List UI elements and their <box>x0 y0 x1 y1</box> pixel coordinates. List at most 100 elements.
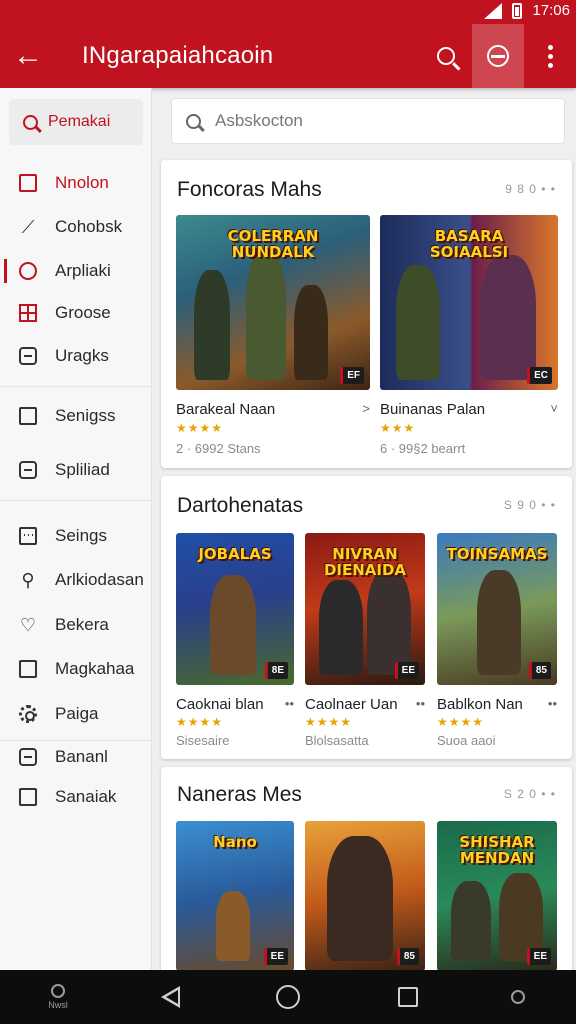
nav-right-button[interactable] <box>498 970 538 1024</box>
game-meta: Blolsasatta <box>305 733 369 748</box>
app-bar: ← INgarapaiahcaoin <box>0 24 576 88</box>
search-input[interactable] <box>215 111 535 131</box>
sidebar-item-label: Sanaiak <box>55 787 117 806</box>
game-tile[interactable]: NIVRAN DIENAIDA EE Caolnaer Uan •• ★★★★ … <box>305 533 425 753</box>
page-icon <box>19 788 37 806</box>
age-rating-badge: EC <box>527 367 552 384</box>
sidebar-item-bananl[interactable]: Bananl <box>0 737 152 777</box>
sidebar-item-label: Cohobsk <box>55 217 123 236</box>
circle-icon <box>511 990 525 1004</box>
sidebar-item-paiga[interactable]: Paiga <box>0 694 152 734</box>
circle-icon <box>51 984 65 998</box>
sidebar-search-button[interactable]: Pemakai <box>9 99 143 145</box>
overflow-menu-button[interactable] <box>524 24 576 88</box>
age-rating-badge: 8E <box>264 662 288 679</box>
sidebar-item-label: Spliliad <box>55 460 110 479</box>
game-tile[interactable]: COLERRAN NUNDALK EF Barakeal Naan > ★★★★… <box>176 215 370 460</box>
age-rating-badge: EE <box>526 948 551 965</box>
main-search-bar[interactable] <box>171 98 565 144</box>
section-more-link[interactable]: 9 8 0 • • <box>505 182 556 196</box>
sidebar-item-label: Senigss <box>55 406 116 425</box>
sidebar-item-uragks[interactable]: Uragks <box>0 336 152 376</box>
section-more-link[interactable]: S 9 0 • • <box>504 498 556 512</box>
game-logo-text: SHISHAR MENDAN <box>459 833 535 867</box>
game-thumbnail: COLERRAN NUNDALK EF <box>176 215 370 390</box>
recents-square-icon <box>398 987 418 1007</box>
game-name: Barakeal Naan <box>176 401 276 418</box>
sidebar-item-nnolon[interactable]: Nnolon <box>0 163 152 203</box>
game-name: Caolnaer Uan <box>305 696 398 713</box>
sidebar-item-groose[interactable]: Groose <box>0 293 152 333</box>
nav-recents-button[interactable] <box>388 970 428 1024</box>
game-thumbnail: TOINSAMAS 85 <box>437 533 557 685</box>
section-title: Foncoras Mahs <box>177 178 322 201</box>
battery-icon <box>512 2 523 19</box>
section-card: Foncoras Mahs 9 8 0 • • COLERRAN NUNDALK… <box>161 160 572 468</box>
sidebar-item-spliliad[interactable]: Spliliad <box>0 450 152 490</box>
square-icon <box>19 174 37 192</box>
game-logo-text: NIVRAN DIENAIDA <box>323 545 407 579</box>
account-button[interactable] <box>472 24 524 88</box>
game-thumbnail: Nano EE <box>176 821 294 971</box>
search-icon <box>23 114 38 130</box>
nav-back-button[interactable] <box>150 970 190 1024</box>
section-title: Dartohenatas <box>177 494 304 517</box>
home-circle-icon <box>276 985 300 1009</box>
back-button[interactable]: ← <box>0 24 56 88</box>
game-name: Buinanas Palan <box>380 401 486 418</box>
section-card: Naneras Mes S 2 0 • • Nano EE 85 SHISHAR… <box>161 767 572 977</box>
game-tile[interactable]: TOINSAMAS 85 Bablkon Nan •• ★★★★ Suoa aa… <box>437 533 557 753</box>
sidebar-item-arlkiodasan[interactable]: ⚲ Arlkiodasan <box>0 560 152 600</box>
section-title: Naneras Mes <box>177 783 302 806</box>
sidebar-item-label: Seings <box>55 526 107 545</box>
sidebar-item-cohobsk[interactable]: ⟋ Cohobsk <box>0 207 152 247</box>
signal-icon <box>484 2 503 19</box>
sidebar-item-sanaiak[interactable]: Sanaiak <box>0 777 152 817</box>
sidebar-item-label: Nnolon <box>55 173 109 192</box>
game-tile[interactable]: SHISHAR MENDAN EE <box>437 821 557 971</box>
status-bar: 17:06 <box>0 0 576 24</box>
app-title: INgarapaiahcaoin <box>82 42 274 69</box>
calendar-icon <box>19 527 37 545</box>
sidebar: Pemakai Nnolon ⟋ Cohobsk Arpliaki Groose… <box>0 88 152 970</box>
sidebar-search-label: Pemakai <box>48 113 111 130</box>
section-more-link[interactable]: S 2 0 • • <box>504 787 556 801</box>
game-name: Bablkon Nan <box>437 696 523 713</box>
star-rating: ★★★★ <box>305 715 353 729</box>
tile-options-icon[interactable]: •• <box>285 696 294 711</box>
nav-left-label: Nwsl <box>48 1000 68 1010</box>
bag-icon <box>19 748 37 766</box>
more-vert-icon <box>547 44 553 68</box>
sidebar-item-bekera[interactable]: ♡ Bekera <box>0 605 152 645</box>
nav-left-button[interactable]: Nwsl <box>38 970 78 1024</box>
tile-options-icon[interactable]: •• <box>416 696 425 711</box>
heart-icon: ♡ <box>19 615 37 635</box>
section-card: Dartohenatas S 9 0 • • JOBALAS 8E Caokna… <box>161 476 572 759</box>
sidebar-item-label: Groose <box>55 303 111 322</box>
game-thumbnail: NIVRAN DIENAIDA EE <box>305 533 425 685</box>
tile-options-icon[interactable]: ˅ <box>550 401 558 416</box>
search-icon <box>437 47 455 65</box>
search-button[interactable] <box>420 24 472 88</box>
game-tile[interactable]: 85 <box>305 821 425 971</box>
system-nav-bar: Nwsl <box>0 970 576 1024</box>
gear-icon <box>19 705 37 723</box>
game-tile[interactable]: Nano EE <box>176 821 294 971</box>
tile-options-icon[interactable]: > <box>362 401 370 416</box>
account-circle-icon <box>487 45 509 67</box>
game-tile[interactable]: BASARA SOIAALSI EC Buinanas Palan ˅ ★★★ … <box>380 215 558 460</box>
sidebar-item-magkahaa[interactable]: Magkahaa <box>0 649 152 689</box>
tile-options-icon[interactable]: •• <box>548 696 557 711</box>
sidebar-item-senigss[interactable]: Senigss <box>0 396 152 436</box>
sidebar-item-label: Bananl <box>55 747 108 766</box>
nav-home-button[interactable] <box>268 970 308 1024</box>
game-thumbnail: JOBALAS 8E <box>176 533 294 685</box>
star-rating: ★★★★ <box>176 421 224 435</box>
sidebar-item-arpliaki[interactable]: Arpliaki <box>0 251 152 291</box>
game-meta: Suoa aaoi <box>437 733 496 748</box>
sidebar-item-seings[interactable]: Seings <box>0 516 152 556</box>
list-icon <box>19 461 37 479</box>
age-rating-badge: 85 <box>396 948 419 965</box>
search-user-icon: ⚲ <box>21 570 35 590</box>
game-tile[interactable]: JOBALAS 8E Caoknai blan •• ★★★★ Sisesair… <box>176 533 294 753</box>
